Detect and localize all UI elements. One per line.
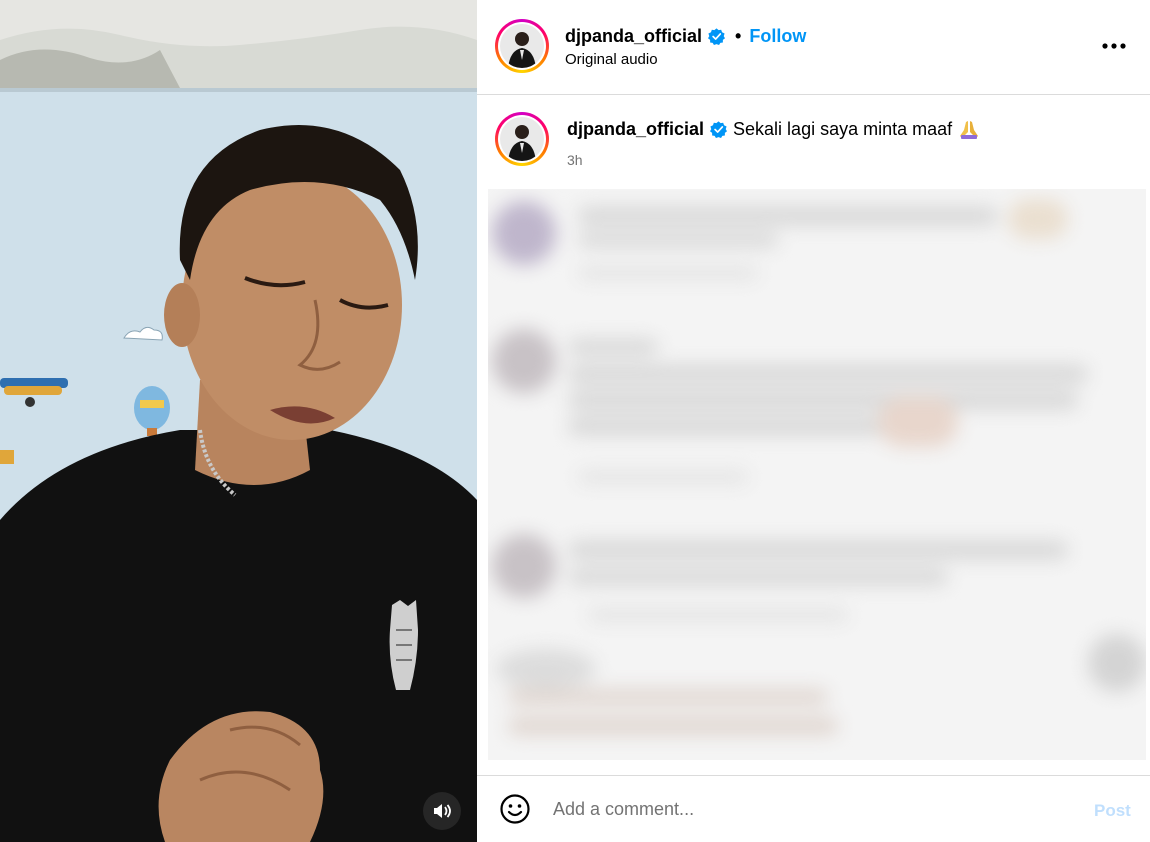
comment-input[interactable] — [553, 794, 1073, 824]
folded-hands-emoji-icon — [960, 121, 979, 139]
story-ring[interactable] — [495, 19, 549, 73]
post-caption: djpanda_official Sekali lagi saya minta … — [477, 96, 1150, 186]
caption-avatar — [500, 117, 544, 161]
post-comment-button[interactable]: Post — [1094, 801, 1131, 821]
caption-text: Sekali lagi saya minta maaf — [733, 118, 953, 139]
follow-button[interactable]: Follow — [749, 26, 806, 47]
add-comment-bar: Post — [477, 775, 1150, 842]
speaker-icon — [434, 804, 451, 818]
reel-video[interactable] — [0, 0, 477, 842]
audio-label[interactable]: Original audio — [565, 51, 658, 68]
header-separator: • — [735, 25, 742, 46]
caption-story-ring[interactable] — [495, 112, 549, 166]
more-options-icon[interactable] — [1099, 34, 1129, 58]
post-header: djpanda_official • Follow Original audio — [477, 0, 1150, 95]
verified-badge-icon — [708, 27, 726, 45]
verified-badge-icon — [710, 120, 728, 138]
blurred-comments — [488, 189, 1146, 760]
caption-timestamp: 3h — [567, 152, 583, 168]
post-side-panel: djpanda_official • Follow Original audio — [477, 0, 1150, 842]
smiley-icon[interactable] — [499, 793, 531, 825]
mute-toggle-button[interactable] — [423, 792, 461, 830]
video-frame — [0, 0, 477, 842]
comments-list[interactable] — [488, 189, 1146, 760]
caption-username[interactable]: djpanda_official — [567, 119, 704, 140]
avatar — [500, 24, 544, 68]
header-username[interactable]: djpanda_official — [565, 26, 702, 47]
